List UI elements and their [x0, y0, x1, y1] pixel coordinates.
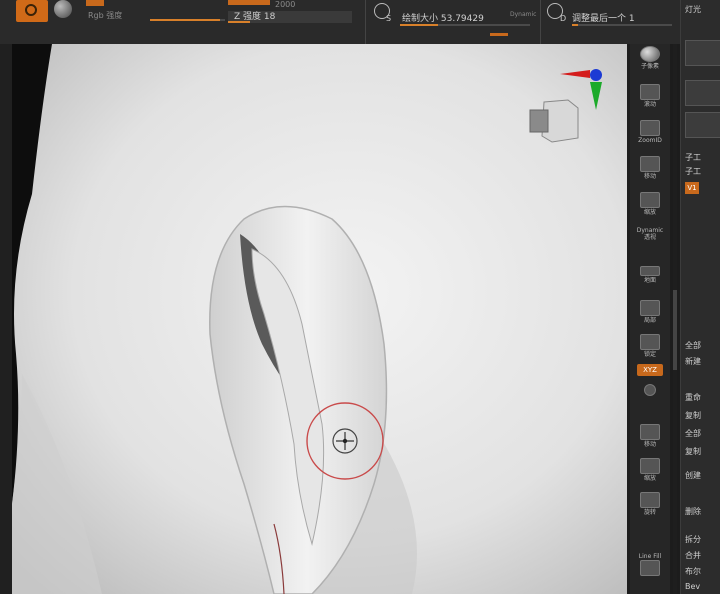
- palette-item-all[interactable]: 全部: [685, 340, 720, 351]
- move-icon: [640, 156, 660, 172]
- palette-item-bevel[interactable]: Bev: [685, 582, 720, 591]
- rgb-intensity-fill: [150, 19, 220, 21]
- shelf-button-subpixel[interactable]: 子像素: [636, 46, 664, 70]
- lock-icon: [640, 334, 660, 350]
- scale-icon: [640, 192, 660, 208]
- shelf-button-scale[interactable]: 缩放: [636, 192, 664, 216]
- toolbar-divider: [365, 0, 366, 44]
- z-intensity-fill: [228, 21, 251, 23]
- shelf-button-move-2[interactable]: 移动: [636, 424, 664, 448]
- subtool-palette: 灯光 子工 子工 V1 全部 新建 重命 复制 全部 复制 创建 删除 拆分 合…: [680, 0, 720, 594]
- draw-size-key: S: [386, 14, 392, 23]
- adjust-last-value: 1: [628, 14, 635, 24]
- shelf-button-local[interactable]: 局部: [636, 300, 664, 324]
- left-tray: [0, 44, 12, 594]
- palette-item-all-2[interactable]: 全部: [685, 428, 720, 439]
- palette-item-copy[interactable]: 复制: [685, 410, 720, 421]
- draw-mode-button[interactable]: [16, 0, 48, 22]
- palette-item-merge[interactable]: 合并: [685, 550, 720, 561]
- toolbar-divider: [540, 0, 541, 44]
- sphere-icon: [54, 0, 72, 18]
- palette-item-rename[interactable]: 重命: [685, 392, 720, 403]
- rgb-intensity-slider[interactable]: [150, 19, 225, 21]
- shelf-button-frame[interactable]: [636, 384, 664, 396]
- dynamic-label[interactable]: Dynamic: [510, 11, 536, 18]
- brush-cursor-dot: [342, 438, 348, 444]
- xyz-rotate-button[interactable]: XYZ: [637, 364, 663, 376]
- adjust-last-fill: [572, 24, 578, 26]
- linefill-icon: [640, 560, 660, 576]
- shelf-button-perspective[interactable]: Dynamic 透视: [636, 226, 664, 241]
- rotate-icon: [640, 492, 660, 508]
- adjust-key: D: [560, 14, 567, 23]
- draw-size-slider[interactable]: [400, 24, 530, 26]
- palette-thumbnail[interactable]: [685, 40, 720, 66]
- shelf-scroll-thumb[interactable]: [673, 290, 677, 370]
- shelf-button-scroll[interactable]: 滚动: [636, 84, 664, 108]
- scroll-icon: [640, 84, 660, 100]
- shelf-button-lock[interactable]: 锁定: [636, 334, 664, 358]
- progress-marker: [490, 33, 508, 36]
- palette-thumbnail[interactable]: [685, 80, 720, 106]
- local-icon: [640, 300, 660, 316]
- palette-item-copy-2[interactable]: 复制: [685, 446, 720, 457]
- draw-size-field[interactable]: 绘制大小 53.79429: [402, 11, 484, 24]
- gizmo-y-axis: [590, 69, 602, 81]
- shelf-button-linefill[interactable]: Line Fill: [636, 552, 664, 576]
- brush-icon: [25, 4, 37, 16]
- canvas-viewport[interactable]: [12, 44, 627, 594]
- draw-size-fill: [400, 24, 438, 26]
- palette-item-subtool[interactable]: 子工: [685, 166, 720, 177]
- mrgb-toggle[interactable]: [86, 0, 104, 6]
- palette-item-light[interactable]: 灯光: [685, 4, 720, 15]
- move-icon: [640, 424, 660, 440]
- palette-tab-v1[interactable]: V1: [685, 182, 699, 194]
- z-intensity-slider[interactable]: Z 强度 18: [228, 11, 352, 23]
- top-toolbar: Rgb 强度 2000 Z 强度 18 S 绘制大小 53.79429 Dyna…: [0, 0, 720, 44]
- shelf-button-move[interactable]: 移动: [636, 156, 664, 180]
- shelf-button-zoomid[interactable]: ZoomID: [636, 120, 664, 144]
- sphere-icon: [640, 46, 660, 62]
- zadd-toggle[interactable]: [228, 0, 270, 5]
- shelf-button-floor[interactable]: 地面: [636, 266, 664, 284]
- palette-item-boolean[interactable]: 布尔: [685, 566, 720, 577]
- palette-item-subtool[interactable]: 子工: [685, 152, 720, 163]
- palette-item-create[interactable]: 创建: [685, 470, 720, 481]
- palette-item-split[interactable]: 拆分: [685, 534, 720, 545]
- gizmo-head-face: [529, 109, 549, 133]
- draw-size-label: 绘制大小: [402, 14, 439, 24]
- scale-icon: [640, 458, 660, 474]
- material-button[interactable]: [54, 0, 76, 20]
- palette-item-delete[interactable]: 删除: [685, 506, 720, 517]
- view-shelf: 子像素 滚动 ZoomID 移动 缩放 Dynamic 透视 地面 局部 锁定 …: [630, 44, 670, 594]
- floor-icon: [640, 266, 660, 276]
- adjust-last-slider[interactable]: [572, 24, 672, 26]
- z-intensity-value: 18: [263, 12, 276, 22]
- palette-item-new[interactable]: 新建: [685, 356, 720, 367]
- frame-icon: [644, 384, 656, 396]
- palette-thumbnail[interactable]: [685, 112, 720, 138]
- adjust-last-field[interactable]: 调整最后一个 1: [572, 11, 635, 24]
- top-value: 2000: [275, 0, 296, 9]
- draw-size-value: 53.79429: [440, 14, 484, 24]
- shelf-button-rotate[interactable]: 旋转: [636, 492, 664, 516]
- adjust-last-label: 调整最后一个: [572, 14, 627, 24]
- shelf-button-scale-2[interactable]: 缩放: [636, 458, 664, 482]
- rgb-intensity-label: Rgb 强度: [88, 11, 123, 20]
- sculpt-render: [12, 44, 627, 594]
- zoom-icon: [640, 120, 660, 136]
